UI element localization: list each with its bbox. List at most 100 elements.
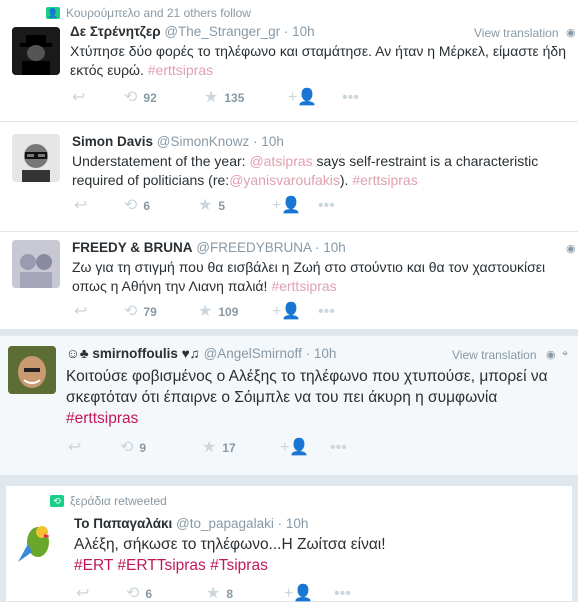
retweet-icon: ⟲ (126, 585, 140, 602)
more-icon: ••• (318, 197, 335, 214)
timestamp[interactable]: · 10h (278, 516, 309, 531)
username[interactable]: @to_papagalaki (176, 516, 274, 531)
timestamp[interactable]: · 10h (315, 240, 346, 255)
display-name[interactable]: Το Παπαγαλάκι (74, 516, 172, 531)
retweet-button[interactable]: ⟲ 6 (124, 198, 198, 214)
reply-icon: ↩ (74, 197, 88, 214)
reply-button[interactable]: ↩ (68, 440, 120, 456)
star-icon: ★ (206, 585, 221, 602)
follow-button[interactable]: +👤 (280, 440, 330, 456)
follow-button[interactable]: +👤 (288, 90, 342, 106)
retweet-count: 92 (143, 91, 157, 105)
tweet-text: Understatement of the year: @atsipras sa… (72, 152, 562, 190)
like-count: 17 (222, 441, 236, 455)
retweet-button[interactable]: ⟲ 79 (124, 304, 198, 320)
avatar-image (12, 134, 60, 182)
reply-button[interactable]: ↩ (74, 198, 124, 214)
tweet-card[interactable]: FREEDY & BRUNA @FREEDYBRUNA · 10h ◉ Ζω γ… (0, 232, 578, 330)
timestamp[interactable]: · 10h (284, 24, 315, 39)
tweet-text-content: Κοιτούσε φοβισμένος ο Αλέξης το τηλέφωνο… (66, 368, 548, 406)
avatar[interactable] (8, 346, 56, 394)
timeline: 👤 Κουρούμπελο and 21 others follow Δε Στ… (0, 0, 578, 602)
location-icon: ⌖ (562, 348, 569, 360)
star-icon: ★ (202, 439, 217, 456)
view-translation-link[interactable]: View translation (474, 26, 559, 40)
star-icon: ★ (204, 89, 219, 106)
like-button[interactable]: ★ 17 (202, 440, 280, 456)
tweet-header: FREEDY & BRUNA @FREEDYBRUNA · 10h (72, 240, 346, 255)
hashtag-links[interactable]: #ERT #ERTTsipras #Tsipras (74, 557, 268, 574)
hashtag-link[interactable]: #erttsipras (271, 278, 336, 294)
like-count: 8 (226, 587, 234, 601)
follow-button[interactable]: +👤 (272, 198, 318, 214)
hashtag-link[interactable]: #erttsipras (148, 62, 213, 78)
hashtag-link[interactable]: #erttsipras (66, 410, 138, 427)
follow-icon: +👤 (284, 585, 314, 602)
tweet-text-content: Understatement of the year: (72, 153, 250, 169)
view-translation-link[interactable]: View translation (452, 348, 537, 362)
reply-button[interactable]: ↩ (76, 586, 126, 602)
retweet-button[interactable]: ⟲ 9 (120, 440, 202, 456)
reply-button[interactable]: ↩ (74, 304, 124, 320)
reply-icon: ↩ (74, 303, 88, 320)
tweet-actions: ↩ ⟲ 6 ★ 5 +👤 ••• (74, 198, 335, 214)
username[interactable]: @SimonKnowz (157, 134, 250, 149)
like-button[interactable]: ★ 109 (198, 304, 272, 320)
avatar-image (14, 518, 62, 566)
globe-icon: ◉ (546, 349, 556, 361)
tweet-header: Simon Davis @SimonKnowz · 10h (72, 134, 284, 149)
display-name[interactable]: Δε Στρένητζερ (70, 24, 161, 39)
more-button[interactable]: ••• (334, 586, 351, 602)
tweet-header: Δε Στρένητζερ @The_Stranger_gr · 10h (70, 24, 315, 39)
username[interactable]: @FREEDYBRUNA (196, 240, 311, 255)
display-name[interactable]: FREEDY & BRUNA (72, 240, 193, 255)
like-button[interactable]: ★ 8 (206, 586, 284, 602)
retweet-button[interactable]: ⟲ 92 (124, 90, 204, 106)
tweet-card[interactable]: ☺♣ smirnoffoulis ♥♫ @AngelSmirnoff · 10h… (0, 336, 578, 476)
tweet-card[interactable]: Simon Davis @SimonKnowz · 10h Understate… (0, 122, 578, 232)
more-icon: ••• (330, 439, 347, 456)
like-button[interactable]: ★ 135 (204, 90, 288, 106)
retweet-button[interactable]: ⟲ 6 (126, 586, 206, 602)
retweet-badge-icon: ⟲ (50, 495, 64, 507)
avatar[interactable] (12, 134, 60, 182)
like-count: 5 (218, 199, 226, 213)
display-name[interactable]: ☺♣ smirnoffoulis ♥♫ (66, 346, 200, 361)
like-button[interactable]: ★ 5 (198, 198, 272, 214)
more-button[interactable]: ••• (318, 198, 335, 214)
username[interactable]: @AngelSmirnoff (204, 346, 302, 361)
tweet-card[interactable]: 👤 Κουρούμπελο and 21 others follow Δε Στ… (0, 0, 578, 122)
retweet-count: 9 (139, 441, 147, 455)
timestamp[interactable]: · 10h (306, 346, 337, 361)
tweet-actions: ↩ ⟲ 9 ★ 17 +👤 ••• (68, 440, 347, 456)
tweet-text-content: Χτύπησε δύο φορές το τηλέφωνο και σταμάτ… (70, 43, 566, 78)
reply-button[interactable]: ↩ (72, 90, 124, 106)
timestamp[interactable]: · 10h (253, 134, 284, 149)
mention-link[interactable]: @atsipras (249, 153, 312, 169)
globe-icon: ◉ (566, 27, 576, 39)
tweet-text: Ζω για τη στιγμή που θα εισβάλει η Ζωή σ… (72, 258, 562, 296)
social-context: 👤 Κουρούμπελο and 21 others follow (46, 6, 251, 20)
more-button[interactable]: ••• (318, 304, 335, 320)
tweet-card[interactable]: ⟲ ξεράδια retweeted Το Παπαγαλάκι @to_pa… (6, 486, 572, 602)
mention-link[interactable]: @yanisvaroufakis (229, 172, 340, 188)
avatar[interactable] (14, 518, 62, 566)
avatar[interactable] (12, 240, 60, 288)
retweet-icon: ⟲ (124, 303, 138, 320)
avatar[interactable] (12, 27, 60, 75)
social-context-text: Κουρούμπελο and 21 others follow (66, 6, 251, 20)
follow-button[interactable]: +👤 (272, 304, 318, 320)
more-button[interactable]: ••• (342, 90, 359, 106)
tweet-text: Χτύπησε δύο φορές το τηλέφωνο και σταμάτ… (70, 42, 572, 80)
tweet-header: ☺♣ smirnoffoulis ♥♫ @AngelSmirnoff · 10h (66, 346, 336, 361)
follow-button[interactable]: +👤 (284, 586, 334, 602)
more-button[interactable]: ••• (330, 440, 347, 456)
tweet-actions: ↩ ⟲ 6 ★ 8 +👤 ••• (76, 586, 351, 602)
follow-badge-icon: 👤 (46, 7, 60, 19)
username[interactable]: @The_Stranger_gr (164, 24, 280, 39)
tweet-text: Κοιτούσε φοβισμένος ο Αλέξης το τηλέφωνο… (66, 366, 572, 429)
more-icon: ••• (342, 89, 359, 106)
hashtag-link[interactable]: #erttsipras (352, 172, 417, 188)
tweet-actions: ↩ ⟲ 92 ★ 135 +👤 ••• (72, 90, 359, 106)
display-name[interactable]: Simon Davis (72, 134, 153, 149)
